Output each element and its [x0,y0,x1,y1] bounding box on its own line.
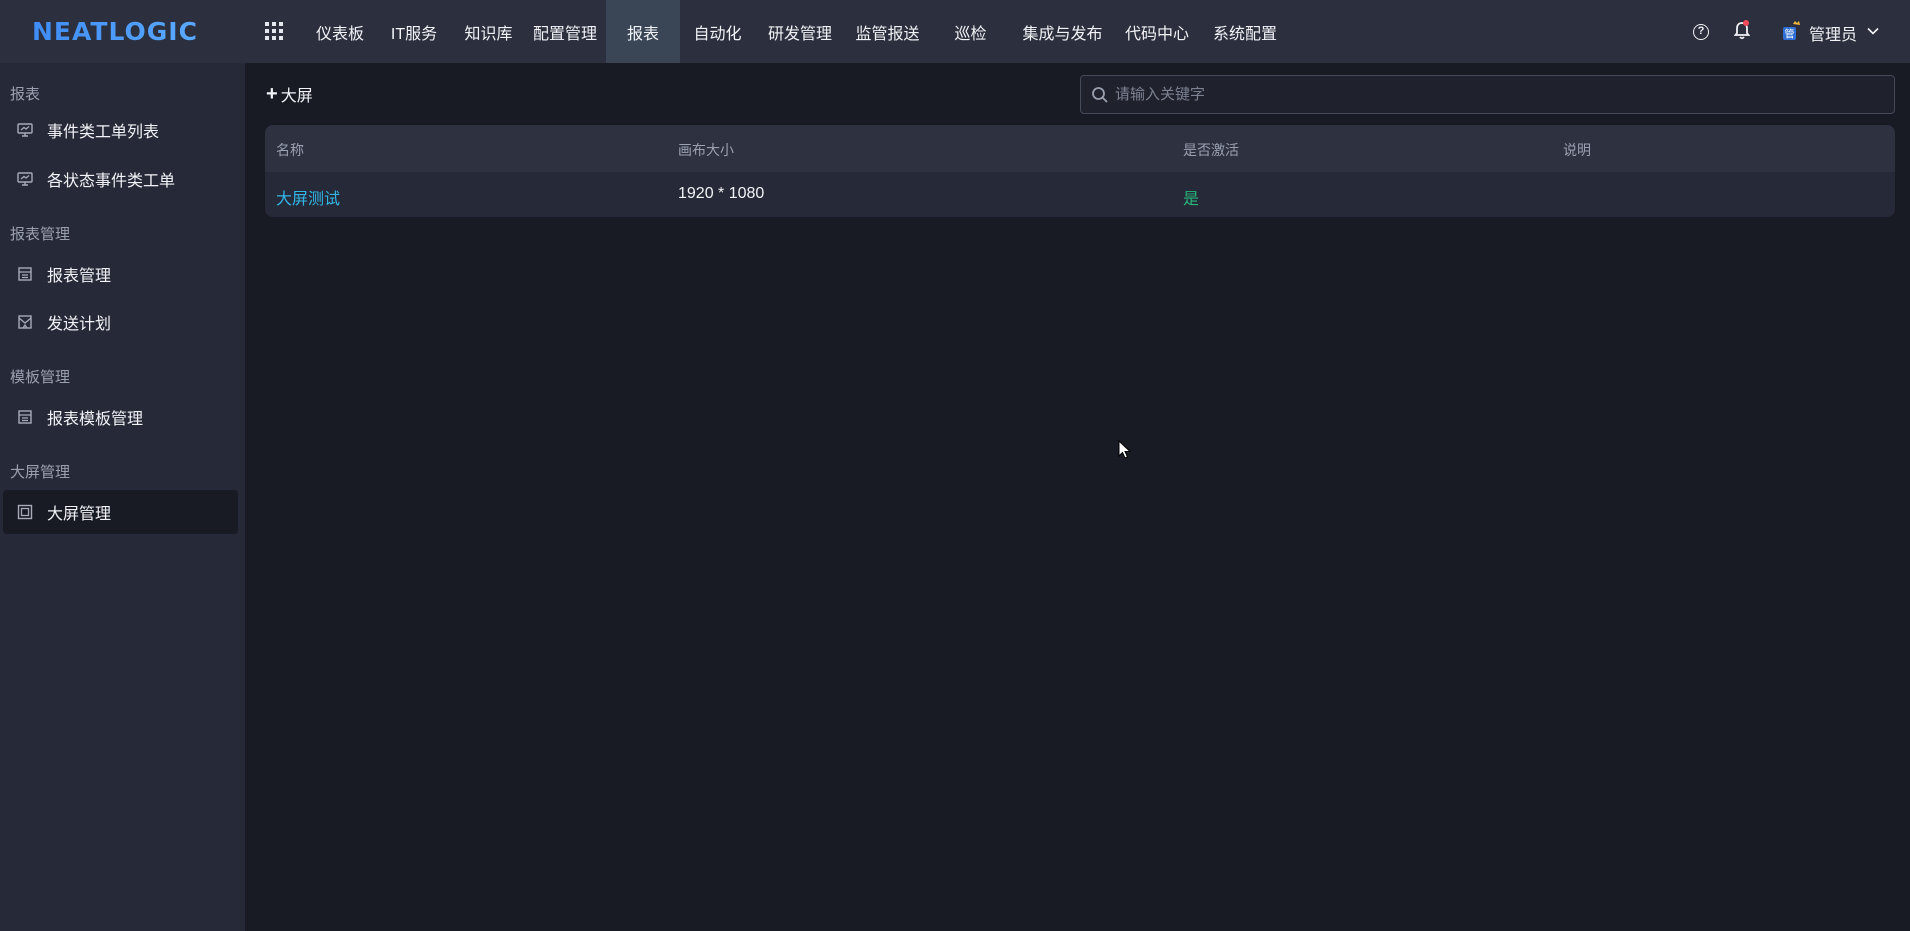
top-bar: NEATLOGIC 仪表板 IT服务 知识库 配置管理 报表 自动化 研发管理 … [0,0,1910,63]
sidebar: 报表 事件类工单列表 各状态事件类工单 报表管理 报表管理 发送计划 模板管理 [0,63,245,931]
add-screen-button[interactable]: + 大屏 [266,83,313,105]
sidebar-item-label: 各状态事件类工单 [47,173,176,190]
search-icon [1092,87,1108,103]
sidebar-item-label: 报表管理 [47,268,112,285]
main-nav: 仪表板 IT服务 知识库 配置管理 报表 自动化 研发管理 监管报送 巡检 集成… [305,0,1290,63]
active-status-cell: 是 [1183,191,1200,208]
sidebar-item-label: 发送计划 [47,316,112,333]
column-header-active: 是否激活 [1183,142,1239,158]
sidebar-group-report: 报表 [10,86,41,103]
sidebar-group-report-manage: 报表管理 [10,226,71,243]
sidebar-item-incident-list[interactable]: 事件类工单列表 [3,108,238,152]
sidebar-item-screen-manage[interactable]: 大屏管理 [3,490,238,534]
column-header-canvas-size: 画布大小 [678,142,734,158]
sidebar-item-report-manage[interactable]: 报表管理 [3,252,238,296]
sidebar-item-label: 报表模板管理 [47,411,144,428]
notification-dot [1743,20,1749,26]
nav-report[interactable]: 报表 [606,0,680,63]
column-header-description: 说明 [1563,142,1591,158]
sidebar-item-template-manage[interactable]: 报表模板管理 [3,395,238,439]
nav-deploy[interactable]: 集成与发布 [1011,0,1114,63]
column-header-name: 名称 [276,142,304,158]
help-icon[interactable]: ? [1693,24,1709,40]
screen-name-link[interactable]: 大屏测试 [276,185,340,209]
nav-cmdb[interactable]: 配置管理 [524,0,606,63]
user-avatar-icon[interactable]: 管 [1781,20,1801,42]
sidebar-item-incident-status[interactable]: 各状态事件类工单 [3,157,238,201]
nav-system-config[interactable]: 系统配置 [1200,0,1290,63]
report-icon [18,267,32,281]
sidebar-group-screen: 大屏管理 [10,464,71,481]
nav-knowledge[interactable]: 知识库 [453,0,524,63]
mouse-cursor-icon [1118,440,1132,459]
sidebar-item-label: 事件类工单列表 [47,124,160,141]
table-row[interactable]: 大屏测试 1920 * 1080 是 [265,172,1895,217]
nav-dashboard[interactable]: 仪表板 [305,0,375,63]
nav-it-service[interactable]: IT服务 [375,0,453,63]
neatlogic-logo[interactable]: NEATLOGIC [32,17,208,46]
plus-icon: + [266,83,278,105]
chevron-down-icon[interactable] [1866,24,1880,38]
svg-text:管: 管 [1785,28,1795,41]
nav-code-center[interactable]: 代码中心 [1114,0,1200,63]
sidebar-item-label: 大屏管理 [47,506,112,523]
monitor-chart-icon [17,172,33,186]
screen-table: 名称 画布大小 是否激活 说明 大屏测试 1920 * 1080 是 [265,125,1895,217]
nav-regulatory[interactable]: 监管报送 [845,0,930,63]
screen-icon [17,504,33,520]
nav-rdm[interactable]: 研发管理 [755,0,845,63]
app-grid-icon[interactable] [265,22,285,42]
search-box[interactable] [1080,75,1895,114]
report-icon [18,410,32,424]
user-name[interactable]: 管理员 [1809,21,1857,45]
monitor-chart-icon [17,123,33,137]
sidebar-group-template: 模板管理 [10,369,71,386]
table-header: 名称 画布大小 是否激活 说明 [265,125,1895,172]
nav-inspection[interactable]: 巡检 [930,0,1011,63]
add-screen-label: 大屏 [280,88,313,105]
canvas-size-cell: 1920 * 1080 [678,185,765,202]
mail-plan-icon [18,315,32,329]
search-input[interactable] [1115,76,1875,113]
nav-automation[interactable]: 自动化 [680,0,755,63]
sidebar-item-send-plan[interactable]: 发送计划 [3,300,238,344]
